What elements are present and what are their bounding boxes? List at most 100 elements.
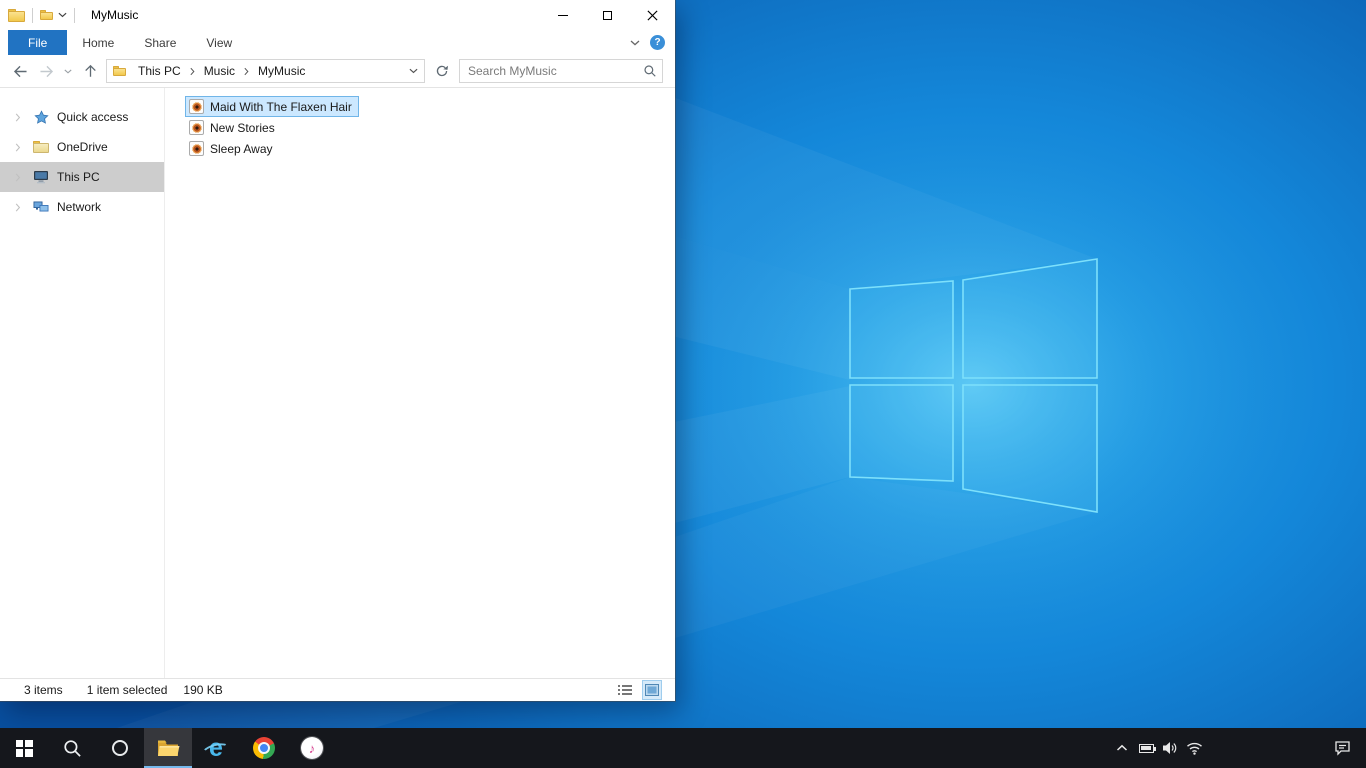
- tab-label: File: [28, 35, 48, 50]
- taskbar: e ♪: [0, 728, 1366, 768]
- tab-home[interactable]: Home: [67, 30, 129, 55]
- forward-arrow-icon: [39, 65, 53, 77]
- action-center-button[interactable]: [1318, 728, 1366, 768]
- wifi-icon: [1186, 742, 1202, 755]
- file-name: Maid With The Flaxen Hair: [210, 99, 352, 114]
- media-file-icon: [189, 141, 204, 156]
- details-view-icon: [618, 685, 632, 695]
- network-button[interactable]: [1182, 728, 1206, 768]
- address-folder-icon: [113, 66, 126, 76]
- quick-access-star-icon: [32, 109, 50, 125]
- sidebar-item-quick-access[interactable]: Quick access: [0, 102, 164, 132]
- maximize-icon: [603, 10, 612, 20]
- logo-glow: [633, 120, 1313, 650]
- file-explorer-icon: [158, 740, 180, 756]
- search-icon: [63, 739, 81, 757]
- file-list[interactable]: Maid With The Flaxen Hair New Stories Sl…: [165, 88, 675, 678]
- file-name: New Stories: [210, 120, 275, 135]
- titlebar[interactable]: MyMusic: [0, 0, 675, 30]
- help-button[interactable]: ?: [650, 35, 665, 50]
- onedrive-icon: [32, 141, 50, 153]
- network-icon: [32, 200, 50, 214]
- taskbar-search-button[interactable]: [48, 728, 96, 768]
- breadcrumb-mymusic[interactable]: MyMusic: [251, 60, 312, 82]
- status-selection: 1 item selected: [86, 683, 168, 697]
- taskbar-itunes-button[interactable]: ♪: [288, 728, 336, 768]
- itunes-icon: ♪: [301, 737, 323, 759]
- battery-status-button[interactable]: [1134, 728, 1158, 768]
- maximize-button[interactable]: [585, 0, 630, 30]
- close-button[interactable]: [630, 0, 675, 30]
- expand-chevron-icon[interactable]: [15, 203, 25, 212]
- window-title: MyMusic: [91, 8, 139, 22]
- media-file-icon: [189, 120, 204, 135]
- start-button[interactable]: [0, 728, 48, 768]
- sidebar-item-this-pc[interactable]: This PC: [0, 162, 164, 192]
- chevron-up-icon: [1116, 744, 1128, 751]
- search-box[interactable]: [459, 59, 663, 83]
- cortana-icon: [112, 740, 128, 756]
- large-icons-view-button[interactable]: [642, 680, 662, 700]
- back-button[interactable]: [10, 60, 30, 82]
- expand-ribbon-chevron-icon[interactable]: [630, 40, 640, 46]
- file-item-sleep-away[interactable]: Sleep Away: [185, 138, 280, 159]
- address-dropdown-chevron-icon[interactable]: [404, 60, 422, 82]
- navigation-pane: Quick access OneDrive This PC Network: [0, 88, 165, 678]
- file-item-maid-with-the-flaxen-hair[interactable]: Maid With The Flaxen Hair: [185, 96, 359, 117]
- status-bar: 3 items 1 item selected 190 KB: [0, 678, 675, 701]
- tab-view[interactable]: View: [191, 30, 247, 55]
- expand-chevron-icon[interactable]: [15, 113, 25, 122]
- minimize-button[interactable]: [540, 0, 585, 30]
- windows-logo-wallpaper: [849, 258, 1098, 513]
- up-button[interactable]: [80, 60, 100, 82]
- search-icon[interactable]: [638, 64, 662, 78]
- help-icon: ?: [654, 37, 661, 48]
- taskbar-file-explorer-button[interactable]: [144, 728, 192, 768]
- close-icon: [647, 9, 658, 21]
- chrome-icon: [253, 737, 275, 759]
- taskbar-internet-explorer-button[interactable]: e: [192, 728, 240, 768]
- cortana-button[interactable]: [96, 728, 144, 768]
- tab-label: Home: [82, 35, 115, 50]
- internet-explorer-icon: e: [200, 734, 232, 762]
- file-item-new-stories[interactable]: New Stories: [185, 117, 282, 138]
- address-bar[interactable]: This PC Music MyMusic: [106, 59, 425, 83]
- breadcrumb-music[interactable]: Music: [197, 60, 242, 82]
- status-selection-size: 190 KB: [183, 683, 223, 697]
- recent-locations-chevron-icon[interactable]: [62, 60, 74, 82]
- tab-share[interactable]: Share: [129, 30, 191, 55]
- expand-chevron-icon[interactable]: [15, 173, 25, 182]
- sidebar-item-network[interactable]: Network: [0, 192, 164, 222]
- navigation-toolbar: This PC Music MyMusic: [0, 55, 675, 88]
- media-file-icon: [189, 99, 204, 114]
- hidden-icons-button[interactable]: [1110, 728, 1134, 768]
- breadcrumb-separator-icon[interactable]: [189, 67, 196, 76]
- volume-button[interactable]: [1158, 728, 1182, 768]
- tray-spacer: [1206, 728, 1318, 768]
- titlebar-separator: [32, 7, 33, 23]
- breadcrumb-this-pc[interactable]: This PC: [131, 60, 188, 82]
- system-tray: [1110, 728, 1206, 768]
- status-item-count: 3 items: [24, 683, 63, 697]
- taskbar-chrome-button[interactable]: [240, 728, 288, 768]
- large-icons-view-icon: [645, 684, 659, 696]
- refresh-button[interactable]: [431, 59, 453, 83]
- up-arrow-icon: [84, 64, 96, 77]
- customize-quick-access-toolbar-chevron-icon[interactable]: [58, 12, 67, 18]
- sidebar-item-label: OneDrive: [57, 140, 108, 154]
- sidebar-item-onedrive[interactable]: OneDrive: [0, 132, 164, 162]
- tab-label: Share: [144, 35, 177, 50]
- refresh-icon: [436, 65, 449, 77]
- battery-icon: [1138, 743, 1156, 753]
- search-input[interactable]: [460, 64, 638, 78]
- windows-start-icon: [15, 739, 33, 757]
- titlebar-separator: [74, 7, 75, 23]
- forward-button[interactable]: [36, 60, 56, 82]
- tab-label: View: [206, 35, 233, 50]
- ribbon-tab-bar: File Home Share View ?: [0, 30, 675, 55]
- details-view-button[interactable]: [616, 681, 634, 699]
- breadcrumb-separator-icon[interactable]: [243, 67, 250, 76]
- quick-access-toolbar-button[interactable]: [40, 10, 53, 20]
- expand-chevron-icon[interactable]: [15, 143, 25, 152]
- tab-file[interactable]: File: [8, 30, 68, 55]
